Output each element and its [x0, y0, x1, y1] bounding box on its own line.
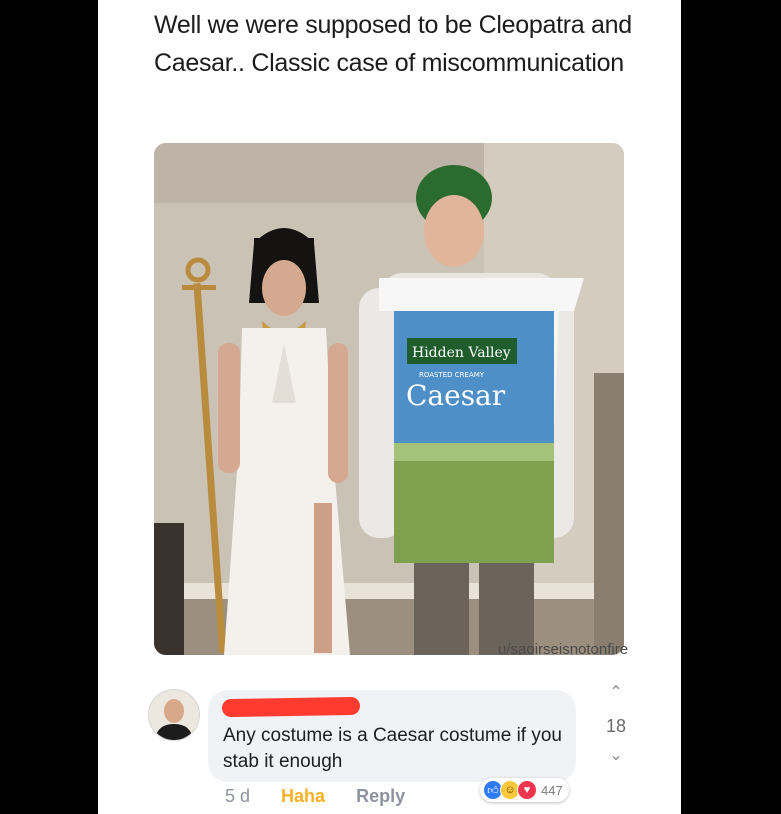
comment-actions: 5 d Haha Reply [225, 786, 431, 807]
vote-controls: ⌃ 18 ⌄ [598, 684, 634, 765]
post-caption: Well we were supposed to be Cleopatra an… [154, 11, 632, 77]
person-avatar-icon [149, 690, 199, 740]
chevron-down-icon[interactable]: ⌄ [598, 747, 634, 765]
haha-react-button[interactable]: Haha [281, 786, 325, 806]
reaction-count: 447 [541, 782, 563, 798]
watermark: u/saoirseisnotonfire [498, 641, 629, 658]
packet-sub-text: ROASTED CREAMY [419, 371, 485, 379]
costume-photo: Hidden Valley ROASTED CREAMY Caesar [154, 143, 624, 655]
comment-time: 5 d [225, 786, 251, 806]
packet-name-text: Caesar [406, 379, 506, 412]
author-name-redaction [221, 696, 361, 718]
love-icon: ♥ [517, 780, 537, 800]
reply-button[interactable]: Reply [356, 786, 405, 806]
commenter-avatar[interactable] [148, 689, 200, 741]
post-card: Well we were supposed to be Cleopatra an… [98, 0, 681, 814]
vote-count: 18 [605, 716, 627, 736]
post-photo[interactable]: Hidden Valley ROASTED CREAMY Caesar [154, 143, 624, 655]
packet-brand-text: Hidden Valley [412, 345, 511, 361]
comment-bubble: Any costume is a Caesar costume if you s… [208, 690, 576, 782]
chevron-up-icon[interactable]: ⌃ [598, 684, 634, 702]
reaction-summary[interactable]: 👍︎ ☺ ♥ 447 [480, 778, 569, 802]
comment-text: Any costume is a Caesar costume if you s… [223, 725, 562, 772]
